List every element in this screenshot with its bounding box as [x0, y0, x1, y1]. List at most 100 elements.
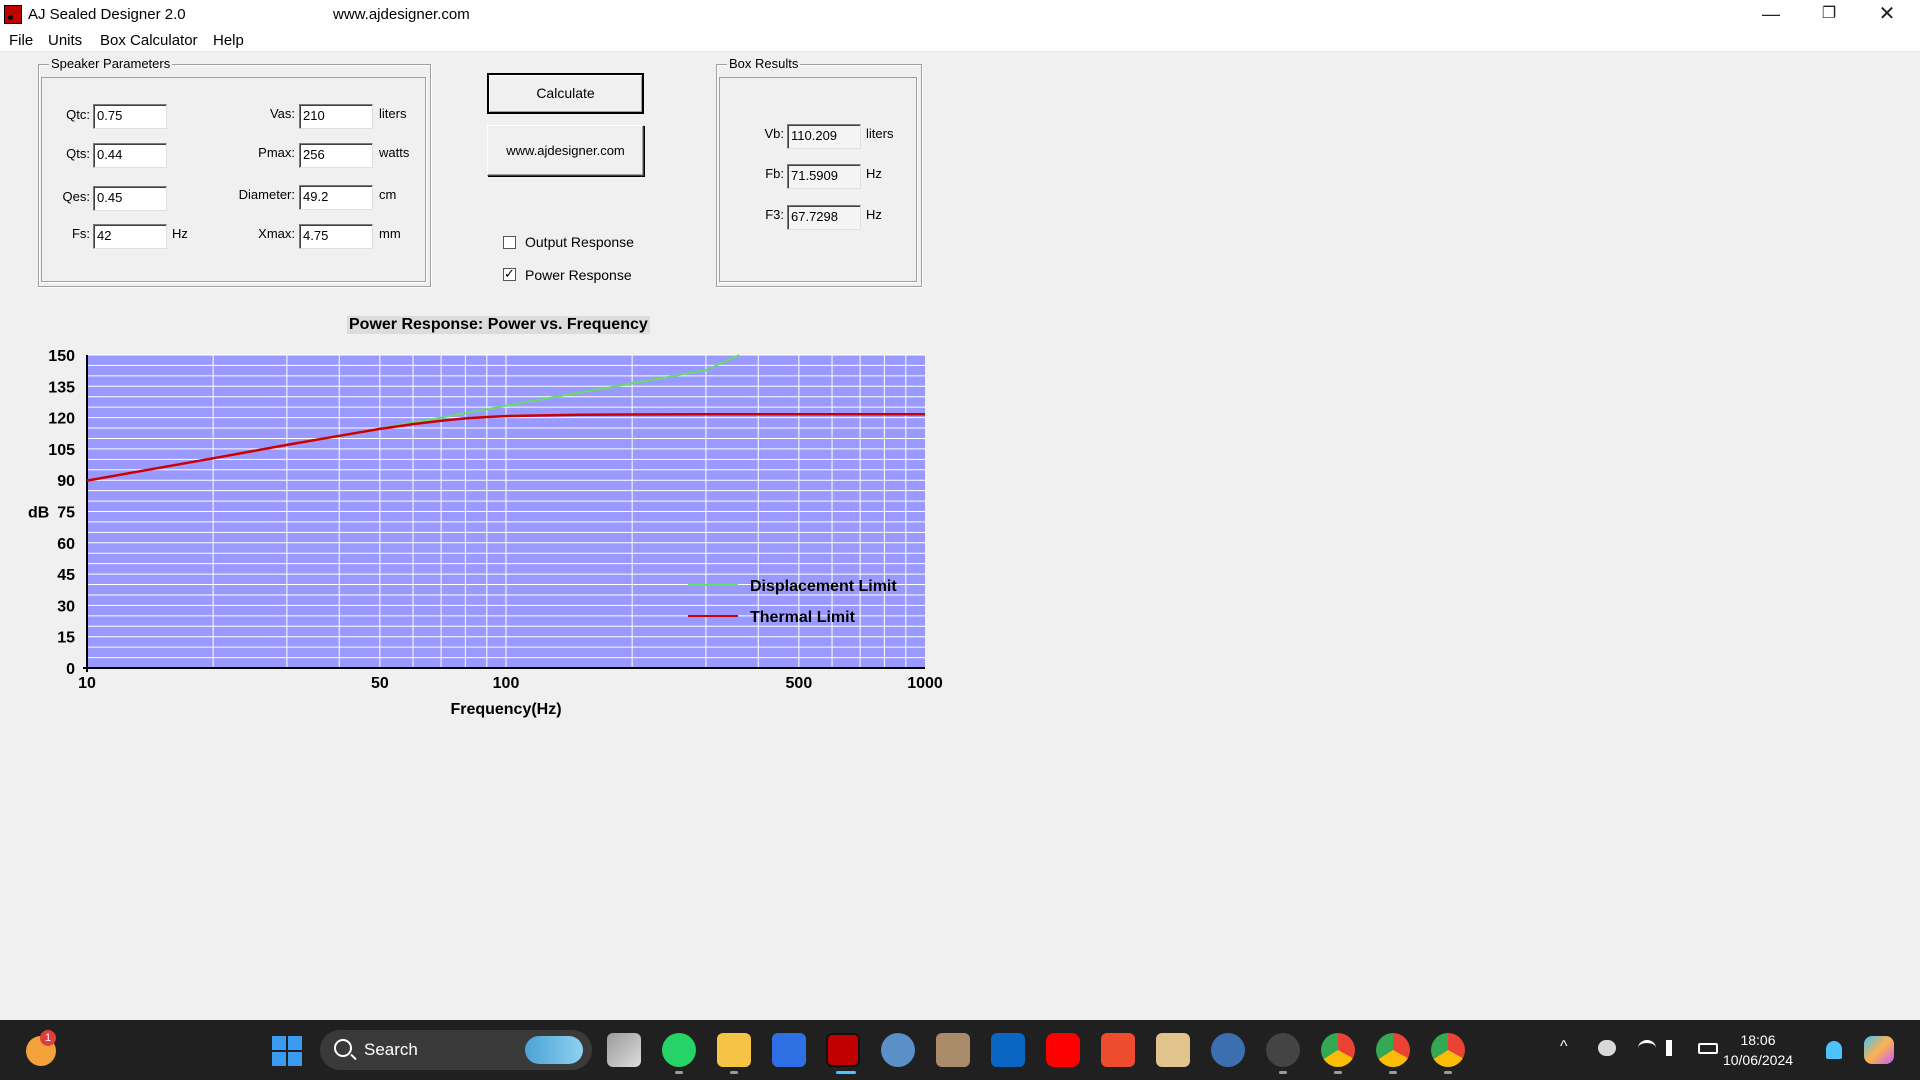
calculate-button[interactable]: Calculate	[487, 73, 644, 114]
y-tick-label: 135	[48, 379, 75, 396]
copilot-icon[interactable]	[1864, 1036, 1894, 1064]
notification-bell-icon[interactable]	[1826, 1041, 1842, 1059]
y-tick-label: 60	[57, 536, 75, 553]
title-url-caption: www.ajdesigner.com	[333, 6, 470, 23]
search-label: Search	[364, 1040, 418, 1059]
output-response-label: Output Response	[525, 234, 634, 250]
qts-label: Qts:	[66, 146, 90, 161]
qtc-field[interactable]: 0.75	[93, 104, 167, 129]
settings-icon[interactable]	[881, 1033, 915, 1067]
diameter-field[interactable]: 49.2	[299, 185, 373, 210]
y-axis-label: dB	[28, 505, 49, 522]
qts-field[interactable]: 0.44	[93, 143, 167, 168]
fb-label: Fb:	[765, 166, 784, 181]
website-button[interactable]: www.ajdesigner.com	[487, 125, 644, 176]
running-indicator	[1279, 1071, 1287, 1074]
x-tick-label: 500	[786, 675, 813, 692]
start-icon[interactable]	[272, 1036, 302, 1066]
editor-app-icon[interactable]	[772, 1033, 806, 1067]
volume-icon[interactable]	[1666, 1040, 1684, 1056]
x-tick-label: 10	[78, 675, 96, 692]
minimize-button[interactable]: —	[1742, 0, 1800, 30]
diameter-unit: cm	[379, 187, 397, 202]
y-tick-label: 120	[48, 411, 75, 428]
y-tick-label: 75	[57, 505, 75, 522]
fs-unit: Hz	[172, 226, 188, 241]
restore-button[interactable]: ❐	[1800, 0, 1858, 30]
menu-bar: File Units Box Calculator Help	[0, 30, 1920, 52]
fb-field: 71.5909	[787, 164, 861, 189]
onedrive-icon[interactable]	[1598, 1040, 1616, 1056]
vas-label: Vas:	[269, 106, 295, 121]
y-tick-label: 0	[66, 661, 75, 678]
x-tick-label: 100	[493, 675, 520, 692]
fb-unit: Hz	[866, 166, 882, 181]
crest-app-icon[interactable]	[936, 1033, 970, 1067]
diameter-label: Diameter:	[238, 187, 295, 202]
legend-label: Thermal Limit	[750, 609, 856, 626]
f3-unit: Hz	[866, 207, 882, 222]
xmax-label: Xmax:	[258, 226, 295, 241]
wordpress-icon[interactable]	[1211, 1033, 1245, 1067]
power-response-chart: 0 15 30 45 60 75 90 105 120 135 150 dB 10 50 100 500 100…	[28, 348, 943, 718]
linkedin-icon[interactable]	[991, 1033, 1025, 1067]
f3-label: F3:	[765, 207, 784, 222]
menu-box-calculator[interactable]: Box Calculator	[100, 32, 198, 49]
whatsapp-icon[interactable]	[662, 1033, 696, 1067]
clock-time[interactable]: 18:06	[1718, 1032, 1798, 1048]
y-tick-label: 105	[48, 442, 75, 459]
x-tick-label: 1000	[907, 675, 943, 692]
chrome-profile-d-icon[interactable]	[1321, 1033, 1355, 1067]
task-view-icon[interactable]	[607, 1033, 641, 1067]
menu-help[interactable]: Help	[213, 32, 244, 49]
running-indicator	[675, 1071, 683, 1074]
fs-label: Fs:	[71, 226, 90, 241]
weather-badge: 1	[40, 1030, 56, 1046]
search-icon	[334, 1039, 352, 1057]
f3-field: 67.7298	[787, 205, 861, 230]
file-explorer-icon[interactable]	[717, 1033, 751, 1067]
fs-field[interactable]: 42	[93, 224, 167, 249]
goodreads-icon[interactable]	[1156, 1033, 1190, 1067]
tray-overflow-chevron-icon[interactable]: ^	[1560, 1038, 1568, 1056]
youtube-icon[interactable]	[1046, 1033, 1080, 1067]
chrome-profile-a-icon[interactable]	[1376, 1033, 1410, 1067]
taskbar-search[interactable]: Search	[320, 1030, 592, 1070]
app-icon	[4, 5, 22, 24]
pmax-label: Pmax:	[258, 145, 295, 160]
pmax-field[interactable]: 256	[299, 143, 373, 168]
window-title: AJ Sealed Designer 2.0	[28, 6, 186, 23]
menu-units[interactable]: Units	[48, 32, 82, 49]
power-response-checkbox[interactable]: ✓	[503, 266, 516, 281]
y-tick-label: 150	[48, 348, 75, 365]
vb-unit: liters	[866, 126, 894, 141]
media-player-icon[interactable]	[1266, 1033, 1300, 1067]
x-tick-label: 50	[371, 675, 389, 692]
shopping-icon[interactable]	[1101, 1033, 1135, 1067]
active-app-indicator	[836, 1071, 856, 1074]
running-indicator	[1389, 1071, 1397, 1074]
qtc-label: Qtc:	[66, 107, 90, 122]
chrome-profile-icon[interactable]	[1431, 1033, 1465, 1067]
qes-field[interactable]: 0.45	[93, 186, 167, 211]
battery-icon[interactable]	[1698, 1043, 1718, 1054]
qes-label: Qes:	[62, 189, 90, 204]
running-indicator	[1334, 1071, 1342, 1074]
clock-date[interactable]: 10/06/2024	[1718, 1052, 1798, 1068]
wifi-icon[interactable]	[1638, 1040, 1656, 1056]
power-response-label: Power Response	[525, 267, 632, 283]
aj-designer-taskbar-icon[interactable]	[826, 1033, 860, 1067]
speaker-parameters-group: Speaker Parameters	[38, 56, 431, 287]
x-axis-label: Frequency(Hz)	[450, 701, 561, 718]
menu-file[interactable]: File	[9, 32, 33, 49]
output-response-checkbox[interactable]	[503, 236, 516, 249]
close-button[interactable]: ✕	[1858, 0, 1916, 30]
box-results-title: Box Results	[727, 56, 801, 71]
chart-title: Power Response: Power vs. Frequency	[347, 316, 650, 334]
speaker-parameters-title: Speaker Parameters	[49, 56, 173, 71]
vas-field[interactable]: 210	[299, 104, 373, 129]
y-tick-label: 15	[57, 630, 75, 647]
y-tick-label: 45	[57, 567, 75, 584]
vb-label: Vb:	[764, 126, 784, 141]
xmax-field[interactable]: 4.75	[299, 224, 373, 249]
